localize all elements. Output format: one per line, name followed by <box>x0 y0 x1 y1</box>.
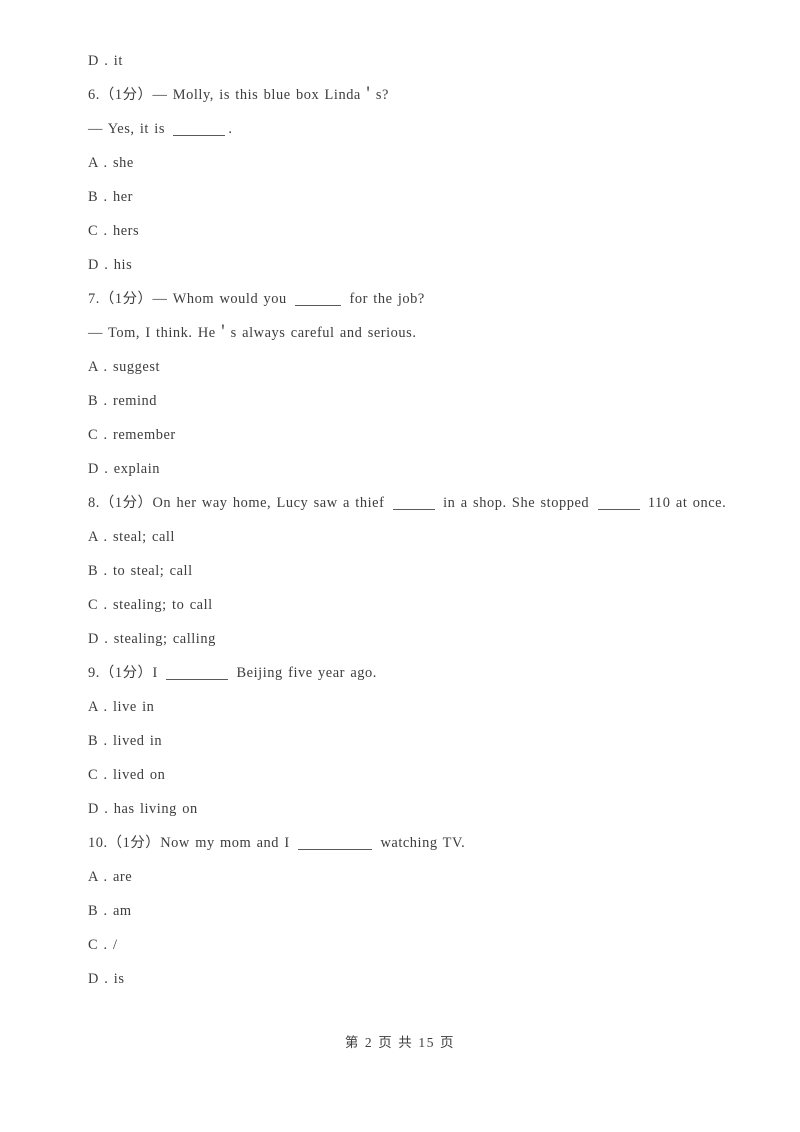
option-row[interactable]: D . has living on <box>48 792 752 826</box>
question-stem-6-line1: 6.（1分）— Molly, is this blue box Linda＇s? <box>48 78 752 112</box>
question-marks-10: （1分） <box>107 835 161 851</box>
question-marks-7: （1分） <box>99 291 153 307</box>
question-stem-10: 10.（1分）Now my mom and I watching TV. <box>48 826 752 860</box>
answer-blank <box>298 838 373 850</box>
option-row[interactable]: D . his <box>48 248 752 282</box>
answer-blank <box>392 498 435 510</box>
question-stem-9: 9.（1分）I Beijing five year ago. <box>48 656 752 690</box>
question-stem-8: 8.（1分）On her way home, Lucy saw a thief … <box>48 486 752 520</box>
question-text-10-a: Now my mom and I <box>160 835 296 851</box>
question-text-7: — Whom would you <box>152 291 293 307</box>
option-row[interactable]: C . remember <box>48 418 752 452</box>
question-number-7: 7. <box>88 291 100 307</box>
option-row[interactable]: C . lived on <box>48 758 752 792</box>
page-footer: 第 2 页 共 15 页 <box>344 1035 456 1050</box>
question-stem-7-line1: 7.（1分）— Whom would you for the job? <box>48 282 752 316</box>
option-row[interactable]: A . steal; call <box>48 520 752 554</box>
question-number-6: 6. <box>88 87 100 103</box>
question-number-9: 9. <box>88 665 100 681</box>
question-text-6: — Molly, is this blue box Linda＇s? <box>152 87 389 103</box>
question-text-6-c: . <box>228 121 233 137</box>
option-row[interactable]: C . stealing; to call <box>48 588 752 622</box>
option-row[interactable]: A . live in <box>48 690 752 724</box>
exam-body: D . it 6.（1分）— Molly, is this blue box L… <box>48 44 752 996</box>
question-stem-7-line2: — Tom, I think. He＇s always careful and … <box>88 325 417 341</box>
option-row[interactable]: B . remind <box>48 384 752 418</box>
question-marks-6: （1分） <box>99 87 153 103</box>
question-text-10-b: watching TV. <box>375 835 466 851</box>
question-marks-9: （1分） <box>99 665 153 681</box>
question-text-7-b: for the job? <box>344 291 425 307</box>
question-text-8-b: in a shop. She stopped <box>437 495 595 511</box>
option-row[interactable]: B . to steal; call <box>48 554 752 588</box>
question-number-8: 8. <box>88 495 100 511</box>
option-row[interactable]: B . lived in <box>48 724 752 758</box>
option-row[interactable]: C . hers <box>48 214 752 248</box>
option-row[interactable]: D . is <box>48 962 752 996</box>
answer-blank <box>166 668 229 680</box>
question-text-6-b: — Yes, it is <box>88 121 171 137</box>
answer-blank <box>295 294 342 306</box>
option-row[interactable]: D . stealing; calling <box>48 622 752 656</box>
question-text-9-a: I <box>152 665 164 681</box>
question-number-10: 10. <box>88 835 108 851</box>
option-row[interactable]: A . are <box>48 860 752 894</box>
question-text-8-a: On her way home, Lucy saw a thief <box>152 495 390 511</box>
answer-blank <box>597 498 640 510</box>
option-row: D . it <box>88 53 123 69</box>
option-row[interactable]: D . explain <box>48 452 752 486</box>
question-stem-6-line2: — Yes, it is . <box>48 112 752 146</box>
option-row[interactable]: A . she <box>48 146 752 180</box>
document-page: D . it 6.（1分）— Molly, is this blue box L… <box>0 0 800 1132</box>
option-row[interactable]: A . suggest <box>48 350 752 384</box>
option-row[interactable]: B . her <box>48 180 752 214</box>
question-text-8-c: 110 at once. <box>642 495 727 511</box>
answer-blank <box>173 124 226 136</box>
question-text-9-b: Beijing five year ago. <box>231 665 377 681</box>
question-marks-8: （1分） <box>99 495 153 511</box>
option-row[interactable]: B . am <box>48 894 752 928</box>
option-row[interactable]: C . / <box>48 928 752 962</box>
